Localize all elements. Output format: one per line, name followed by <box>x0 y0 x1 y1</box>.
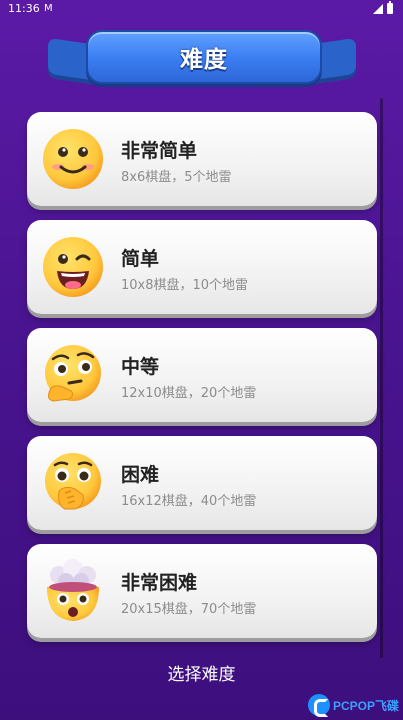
scrollbar[interactable] <box>380 98 383 658</box>
level-description: 12x10棋盘，20个地雷 <box>121 386 257 401</box>
level-description: 8x6棋盘，5个地雷 <box>121 170 232 185</box>
level-description: 10x8棋盘，10个地雷 <box>121 278 249 293</box>
status-bar: 11:36 M <box>0 0 403 18</box>
page-title: 难度 <box>180 47 228 73</box>
level-card-very-easy[interactable]: 非常简单 8x6棋盘，5个地雷 <box>27 112 377 206</box>
thinking-face-icon <box>45 345 101 402</box>
level-card-hard[interactable]: 困难 16x12棋盘，40个地雷 <box>27 436 377 530</box>
level-card-easy[interactable]: 简单 10x8棋盘，10个地雷 <box>27 220 377 314</box>
level-name: 中等 <box>121 356 160 378</box>
mail-icon: M <box>44 3 53 14</box>
level-description: 20x15棋盘，70个地雷 <box>121 602 257 617</box>
title-banner: 难度 <box>48 28 356 90</box>
winking-face-icon <box>43 237 103 297</box>
exploding-head-icon <box>47 559 99 621</box>
signal-icon <box>373 3 383 14</box>
status-time: 11:36 <box>8 2 40 15</box>
level-name: 非常困难 <box>121 572 198 594</box>
face-with-hand-over-mouth-icon <box>45 453 101 510</box>
level-name: 简单 <box>121 248 160 270</box>
level-name: 困难 <box>121 464 160 486</box>
level-card-medium[interactable]: 中等 12x10棋盘，20个地雷 <box>27 328 377 422</box>
battery-icon <box>387 1 393 14</box>
footer-label: 选择难度 <box>167 665 236 685</box>
level-description: 16x12棋盘，40个地雷 <box>121 494 257 509</box>
watermark-logo-icon <box>307 694 330 717</box>
level-card-very-hard[interactable]: 非常困难 20x15棋盘，70个地雷 <box>27 544 377 638</box>
level-name: 非常简单 <box>121 140 198 162</box>
watermark: PCPOP飞碟 <box>307 694 399 717</box>
watermark-text: PCPOP飞碟 <box>332 698 399 713</box>
smiling-face-icon <box>43 129 103 189</box>
